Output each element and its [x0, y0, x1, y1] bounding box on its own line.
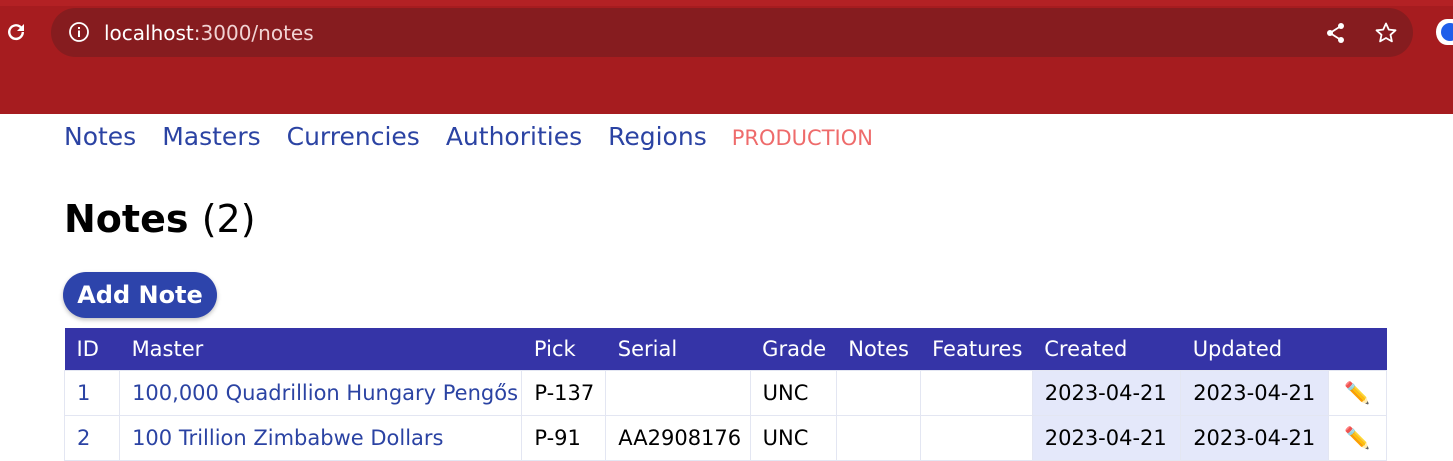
cell-features	[919, 370, 1033, 416]
table-row: 1 100,000 Quadrillion Hungary Pengős P-1…	[63, 370, 1388, 416]
url-host: localhost	[104, 21, 194, 45]
cell-created: 2023-04-21	[1031, 415, 1182, 461]
nav-item-authorities[interactable]: Authorities	[446, 122, 582, 151]
header-pick[interactable]: Pick	[522, 328, 606, 371]
url-path: :3000/notes	[193, 21, 314, 45]
cell-id[interactable]: 2	[63, 415, 121, 461]
pencil-icon[interactable]: ✏️	[1327, 415, 1388, 461]
pencil-icon[interactable]: ✏️	[1327, 370, 1388, 416]
nav-item-currencies[interactable]: Currencies	[287, 122, 420, 151]
cell-id[interactable]: 1	[63, 370, 121, 416]
cell-master[interactable]: 100 Trillion Zimbabwe Dollars	[119, 415, 523, 461]
main-nav: Notes Masters Currencies Authorities Reg…	[64, 122, 873, 156]
cell-serial: AA2908176	[605, 415, 751, 461]
header-notes[interactable]: Notes	[836, 328, 920, 371]
cell-notes	[835, 370, 921, 416]
cell-updated: 2023-04-21	[1180, 415, 1329, 461]
table-row: 2 100 Trillion Zimbabwe Dollars P-91 AA2…	[63, 415, 1388, 461]
cell-pick: P-91	[521, 415, 607, 461]
cell-pick: P-137	[521, 370, 607, 416]
header-serial[interactable]: Serial	[606, 328, 750, 371]
header-grade[interactable]: Grade	[750, 328, 836, 371]
share-icon[interactable]	[1323, 20, 1349, 46]
nav-item-masters[interactable]: Masters	[162, 122, 260, 151]
cell-updated: 2023-04-21	[1180, 370, 1329, 416]
cell-master[interactable]: 100,000 Quadrillion Hungary Pengős	[119, 370, 523, 416]
cell-features	[919, 415, 1033, 461]
nav-item-regions[interactable]: Regions	[608, 122, 707, 151]
environment-badge: PRODUCTION	[731, 126, 873, 150]
extension-icon[interactable]	[1436, 19, 1453, 45]
cell-notes	[835, 415, 921, 461]
table-header-row: ID Master Pick Serial Grade Notes Featur…	[64, 328, 1387, 371]
header-master[interactable]: Master	[120, 328, 522, 371]
address-bar[interactable]: localhost:3000/notes	[51, 8, 1413, 57]
star-icon[interactable]	[1373, 20, 1399, 46]
cell-created: 2023-04-21	[1031, 370, 1182, 416]
info-icon[interactable]	[68, 21, 90, 43]
reload-icon[interactable]	[2, 18, 30, 46]
page-title-text: Notes	[64, 197, 189, 241]
cell-grade: UNC	[749, 415, 837, 461]
notes-table: ID Master Pick Serial Grade Notes Featur…	[63, 328, 1388, 461]
header-actions	[1328, 328, 1386, 371]
page-title-count: (2)	[201, 197, 256, 241]
browser-toolbar: localhost:3000/notes	[0, 0, 1453, 114]
page-title: Notes (2)	[64, 196, 256, 242]
header-id[interactable]: ID	[65, 328, 120, 371]
header-features[interactable]: Features	[920, 328, 1032, 371]
url-text[interactable]: localhost:3000/notes	[104, 21, 314, 45]
header-created[interactable]: Created	[1032, 328, 1180, 371]
cell-serial	[605, 370, 751, 416]
add-note-button[interactable]: Add Note	[63, 272, 217, 318]
header-updated[interactable]: Updated	[1181, 328, 1329, 371]
tab-strip-edge	[0, 0, 1453, 6]
nav-item-notes[interactable]: Notes	[64, 122, 136, 151]
cell-grade: UNC	[749, 370, 837, 416]
